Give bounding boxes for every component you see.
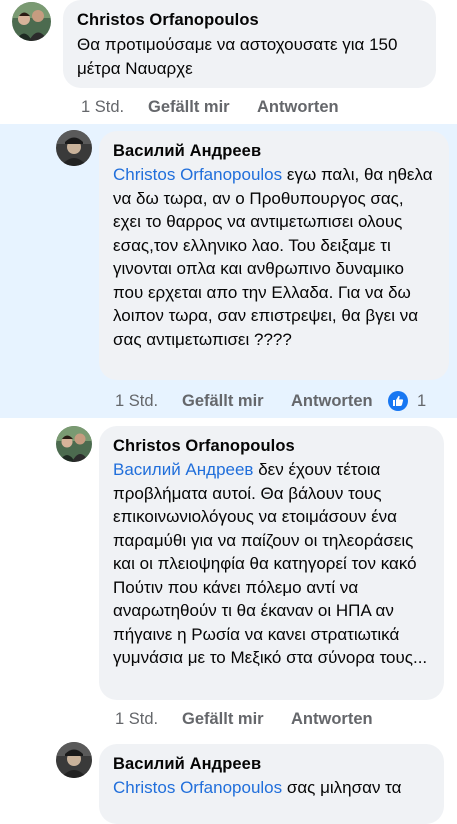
like-button[interactable]: Gefällt mir	[148, 95, 230, 119]
avatar[interactable]	[56, 130, 92, 166]
comment-timestamp[interactable]: 1 Std.	[115, 389, 158, 413]
reply-button[interactable]: Antworten	[291, 707, 373, 731]
reply-button[interactable]: Antworten	[291, 389, 373, 413]
comment-text-body: δεν έχουν τέτοια προβλήματα αυτοί. Θα βά…	[113, 460, 428, 667]
comment-text-body: εγω παλι, θα ηθελα να δω τωρα, αν ο Προθ…	[113, 165, 433, 349]
mention-link[interactable]: Christos Orfanopoulos	[113, 778, 282, 797]
avatar[interactable]	[56, 426, 92, 462]
reaction-count[interactable]: 1	[417, 389, 426, 413]
comment-bubble: Christos Orfanopoulos Θα προτιμούσαμε να…	[63, 0, 436, 88]
like-button[interactable]: Gefällt mir	[182, 389, 264, 413]
comment-author[interactable]: Василий Андреев	[113, 140, 435, 162]
comment-text-body: σας μιλησαν τα	[282, 778, 402, 797]
comment-author[interactable]: Василий Андреев	[113, 753, 430, 775]
comment-bubble: Василий Андреев Christos Orfanopoulos εγ…	[99, 131, 449, 380]
comment-timestamp[interactable]: 1 Std.	[81, 95, 124, 119]
avatar[interactable]	[56, 742, 92, 778]
like-reaction-icon[interactable]	[388, 391, 408, 411]
reply-button[interactable]: Antworten	[257, 95, 339, 119]
avatar[interactable]	[12, 2, 51, 41]
comment-text: Christos Orfanopoulos εγω παλι, θα ηθελα…	[113, 163, 435, 351]
comment-author[interactable]: Christos Orfanopoulos	[77, 9, 422, 31]
comment-bubble: Christos Orfanopoulos Василий Андреев δε…	[99, 426, 444, 700]
mention-link[interactable]: Василий Андреев	[113, 460, 253, 479]
comment-text: Θα προτιμούσαμε να αστοχουσατε για 150 μ…	[77, 35, 398, 78]
mention-link[interactable]: Christos Orfanopoulos	[113, 165, 282, 184]
comment-author[interactable]: Christos Orfanopoulos	[113, 435, 430, 457]
comment-text: Василий Андреев δεν έχουν τέτοια προβλήμ…	[113, 458, 430, 670]
like-button[interactable]: Gefällt mir	[182, 707, 264, 731]
comment-bubble: Василий Андреев Christos Orfanopoulos σα…	[99, 744, 444, 824]
comment-actions: 1 Std. Gefällt mir Antworten 1	[115, 389, 435, 413]
comment-timestamp[interactable]: 1 Std.	[115, 707, 158, 731]
comment-text: Christos Orfanopoulos σας μιλησαν τα	[113, 776, 430, 800]
